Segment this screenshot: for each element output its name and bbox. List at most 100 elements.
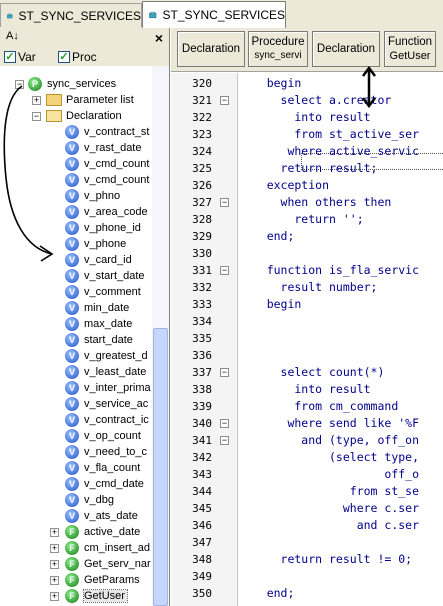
resize-arrow-icon [362, 66, 376, 108]
code-line: where c.ser [239, 501, 420, 515]
tree-item-label: v_start_date [84, 270, 145, 282]
tree-item-variable[interactable]: Vstart_date [65, 332, 133, 348]
tree-item-variable[interactable]: Vv_service_ac [65, 396, 148, 412]
code-line: off_o [239, 467, 420, 481]
line-number: 349 [192, 570, 212, 583]
declaration-button[interactable]: Declaration [177, 31, 245, 67]
tree-item-label: v_phone_id [84, 222, 141, 234]
tree-item-variable[interactable]: Vv_phno [65, 188, 120, 204]
code-line: from cm_command [239, 399, 399, 413]
line-number: 324 [192, 145, 212, 158]
tree-item-function-selected[interactable]: F GetUser [65, 588, 128, 604]
tree-item-variable[interactable]: Vv_fla_count [65, 460, 140, 476]
tree-item-variable[interactable]: Vv_ats_date [65, 508, 138, 524]
navigator-scrollbar[interactable] [152, 66, 169, 606]
tree-item-variable[interactable]: Vv_phone [65, 236, 126, 252]
expand-toggle-icon[interactable]: + [50, 560, 59, 569]
expand-toggle-icon[interactable]: + [50, 576, 59, 585]
editor-tab-bar: ST_SYNC_SERVICES ST_SYNC_SERVICES [0, 0, 443, 28]
code-line: from st_active_ser [239, 127, 420, 141]
tree-item-function[interactable]: Fcm_insert_ad [65, 540, 150, 556]
sort-icon[interactable]: A↓ [6, 31, 19, 42]
scrollbar-thumb[interactable] [153, 328, 168, 606]
proc-filter-checkbox[interactable]: ✓ Proc [58, 50, 97, 64]
fold-toggle-icon[interactable]: − [220, 368, 229, 377]
line-number: 322 [192, 111, 212, 124]
tree-item-variable[interactable]: Vv_card_id [65, 252, 132, 268]
tab-st-sync-services-2[interactable]: ST_SYNC_SERVICES [142, 1, 286, 28]
button-label: Function [387, 36, 433, 48]
variable-icon: V [65, 141, 79, 155]
fold-toggle-icon[interactable]: − [220, 419, 229, 428]
button-sublabel: sync_servi [254, 50, 302, 61]
line-number: 346 [192, 519, 212, 532]
tree-item-variable[interactable]: Vv_area_code [65, 204, 148, 220]
tree-item-variable[interactable]: Vv_start_date [65, 268, 145, 284]
tree-item-variable[interactable]: Vmax_date [65, 316, 132, 332]
code-line: where send like '%F [239, 416, 420, 430]
tree-item-variable[interactable]: Vmin_date [65, 300, 129, 316]
tree-item-label: GetParams [84, 574, 140, 586]
code-area[interactable]: begin select a.creator into result from … [239, 73, 443, 606]
variable-icon: V [65, 333, 79, 347]
line-number: 325 [192, 162, 212, 175]
procedure-sync-services-button[interactable]: Procedure sync_servi [248, 31, 308, 67]
variable-icon: V [65, 397, 79, 411]
tab-st-sync-services-1[interactable]: ST_SYNC_SERVICES [0, 3, 142, 27]
line-number: 345 [192, 502, 212, 515]
tree-item-variable[interactable]: Vv_comment [65, 284, 141, 300]
tree-item-label: v_op_count [84, 430, 141, 442]
tree-item-variable[interactable]: Vv_need_to_c [65, 444, 147, 460]
tree-item-label: start_date [84, 334, 133, 346]
variable-icon: V [65, 493, 79, 507]
tree-item-label: v_cmd_count [84, 158, 150, 170]
fold-toggle-icon[interactable]: − [220, 96, 229, 105]
fold-toggle-icon[interactable]: − [220, 266, 229, 275]
tree-item-variable[interactable]: Vv_contract_st [65, 124, 149, 140]
declaration-button-2[interactable]: Declaration [312, 31, 380, 67]
code-line: begin [239, 76, 302, 90]
button-label: Declaration [316, 43, 376, 55]
function-getuser-button[interactable]: Function GetUser [384, 31, 436, 67]
tree-item-variable[interactable]: Vv_greatest_d [65, 348, 148, 364]
tree-item-label: v_rast_date [84, 142, 142, 154]
line-number: 339 [192, 400, 212, 413]
tree-item-label: v_contract_st [84, 126, 150, 138]
line-number: 334 [192, 315, 212, 328]
drag-annotation-arrow-icon [3, 85, 54, 262]
fold-toggle-icon[interactable]: − [220, 198, 229, 207]
tree-item-variable[interactable]: Vv_contract_ic [65, 412, 149, 428]
tree-item-function[interactable]: F Get_serv_nar [65, 556, 151, 572]
button-sublabel: GetUser [389, 50, 431, 62]
code-line: where active_servic [239, 144, 420, 158]
tree-item-variable[interactable]: Vv_rast_date [65, 140, 141, 156]
expand-toggle-icon[interactable]: + [50, 528, 59, 537]
tree-item-function[interactable]: F GetParams [65, 572, 140, 588]
line-number: 328 [192, 213, 212, 226]
tree-item-function[interactable]: Factive_date [65, 524, 140, 540]
tree-item-variable[interactable]: Vv_least_date [65, 364, 146, 380]
tree-item-variable[interactable]: Vv_inter_prima [65, 380, 151, 396]
variable-icon: V [65, 429, 79, 443]
close-icon[interactable]: × [155, 30, 163, 46]
var-filter-checkbox[interactable]: ✓ Var [4, 50, 36, 64]
tree-item-variable[interactable]: Vv_dbg [65, 492, 114, 508]
tree-item-variable[interactable]: Vv_cmd_date [65, 476, 144, 492]
tree-item-variable[interactable]: Vv_cmd_count [65, 172, 149, 188]
tree-item-variable[interactable]: Vv_op_count [65, 428, 141, 444]
line-number: 338 [192, 383, 212, 396]
expand-toggle-icon[interactable]: + [50, 592, 59, 601]
expand-toggle-icon[interactable]: + [50, 544, 59, 553]
line-number: 348 [192, 553, 212, 566]
line-number-gutter: 320 321−322 323 324 325 326 327−328 329 330 331−3… [171, 73, 238, 606]
code-line: return result; [239, 161, 378, 175]
code-editor-panel: Declaration Procedure sync_servi Declara… [171, 28, 443, 606]
line-number: 330 [192, 247, 212, 260]
code-line: when others then [239, 195, 392, 209]
variable-icon: V [65, 221, 79, 235]
tree-item-variable[interactable]: Vv_phone_id [65, 220, 141, 236]
tree-item-variable[interactable]: Vv_cmd_count [65, 156, 149, 172]
line-number: 337 [192, 366, 212, 379]
tree-item-label: v_comment [84, 286, 141, 298]
fold-toggle-icon[interactable]: − [220, 436, 229, 445]
